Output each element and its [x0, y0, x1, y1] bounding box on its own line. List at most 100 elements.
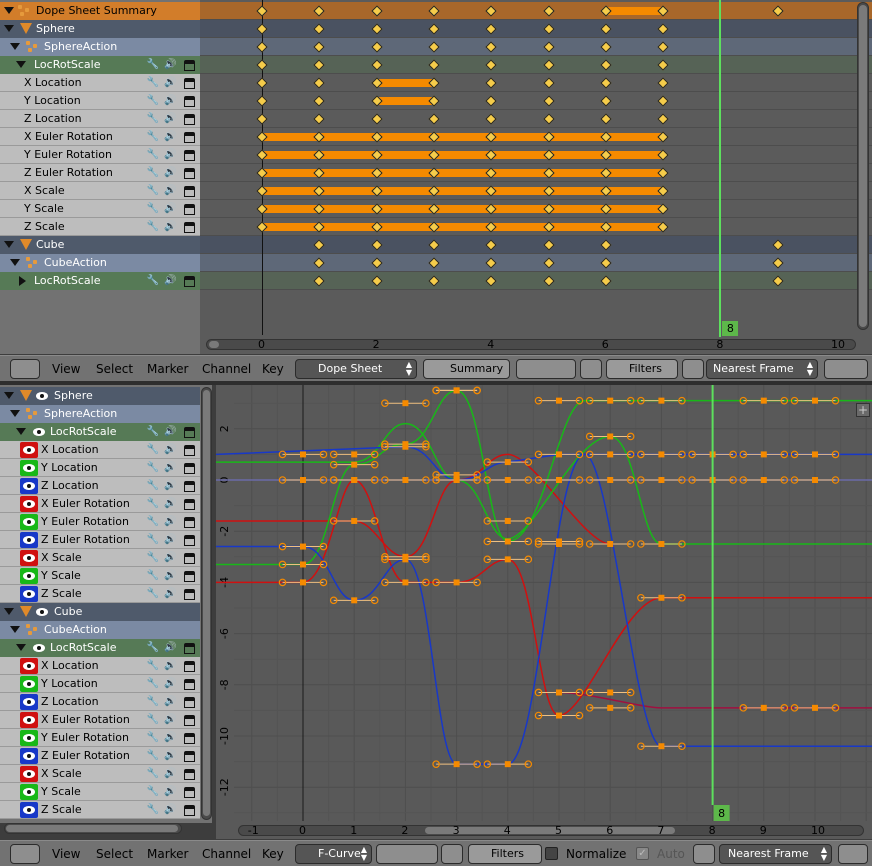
visibility-eye-icon[interactable] — [35, 606, 49, 618]
keyframe-point[interactable] — [658, 541, 665, 547]
keyframe-point[interactable] — [607, 477, 614, 483]
graph-row-object[interactable]: Cube — [0, 603, 200, 621]
lock-icon[interactable] — [184, 168, 195, 179]
collapse-triangle-icon[interactable] — [10, 410, 20, 417]
lock-icon[interactable] — [184, 589, 195, 600]
proportional-edit-icon[interactable] — [682, 359, 704, 379]
mute-speaker-icon[interactable]: 🔊 — [164, 479, 180, 493]
mute-speaker-icon[interactable]: 🔊 — [164, 731, 180, 745]
graph-row-chan[interactable]: 🔧 🔊 Z Scale — [0, 801, 200, 819]
lock-icon[interactable] — [184, 60, 195, 71]
graph-row-chan[interactable]: 🔧 🔊 X Euler Rotation — [0, 711, 200, 729]
modifier-wrench-icon[interactable]: 🔧 — [146, 803, 160, 817]
lock-icon[interactable] — [184, 733, 195, 744]
mute-speaker-icon[interactable]: 🔊 — [164, 713, 180, 727]
keyframe-point[interactable] — [556, 451, 562, 458]
keyframe-point[interactable] — [453, 579, 460, 586]
keyframe-point[interactable] — [453, 387, 460, 394]
menu-marker[interactable]: Marker — [147, 362, 188, 376]
dopesheet-vscrollbar[interactable] — [857, 2, 869, 330]
keyframe-point[interactable] — [607, 397, 614, 404]
keyframe-point[interactable] — [351, 451, 358, 458]
keyframe-point[interactable] — [300, 561, 306, 568]
modifier-wrench-icon[interactable]: 🔧 — [146, 551, 160, 565]
graph-row-chan[interactable]: 🔧 🔊 Y Euler Rotation — [0, 513, 200, 531]
keyframe-point[interactable] — [812, 451, 818, 458]
modifier-wrench-icon[interactable]: 🔧 — [146, 202, 160, 216]
keyframe-point[interactable] — [658, 397, 665, 404]
modifier-wrench-icon[interactable]: 🔧 — [146, 713, 160, 727]
ds-row-group[interactable]: 🔧 🔊 LocRotScale — [0, 56, 200, 74]
graph-row-chan[interactable]: 🔧 🔊 Y Scale — [0, 783, 200, 801]
lock-icon[interactable] — [184, 697, 195, 708]
modifier-wrench-icon[interactable]: 🔧 — [146, 677, 160, 691]
keyframe-point[interactable] — [812, 704, 818, 711]
mute-speaker-icon[interactable]: 🔊 — [164, 497, 180, 511]
editor-type-dopesheet-icon[interactable] — [10, 359, 40, 379]
visibility-eye-icon[interactable] — [20, 514, 38, 530]
visibility-eye-icon[interactable] — [20, 658, 38, 674]
graph-row-chan[interactable]: 🔧 🔊 X Location — [0, 441, 200, 459]
keyframe-point[interactable] — [504, 761, 511, 768]
pivot-point-icon[interactable] — [838, 844, 868, 864]
keyframe-point[interactable] — [402, 443, 409, 450]
visibility-eye-icon[interactable] — [20, 550, 38, 566]
x-scale-curve[interactable] — [558, 691, 872, 709]
graph-row-chan[interactable]: 🔧 🔊 Z Euler Rotation — [0, 531, 200, 549]
ds-row-object[interactable]: Sphere — [0, 20, 200, 38]
ds-row-chan[interactable]: 🔧 🔊 Z Location — [0, 110, 200, 128]
collapse-triangle-icon[interactable] — [16, 644, 26, 651]
lock-icon[interactable] — [184, 150, 195, 161]
mute-speaker-icon[interactable]: 🔊 — [164, 749, 180, 763]
lock-icon[interactable] — [184, 445, 195, 456]
keyframe-point[interactable] — [300, 451, 306, 458]
mute-speaker-icon[interactable]: 🔊 — [164, 785, 180, 799]
lock-icon[interactable] — [184, 427, 195, 438]
graph-x-ruler[interactable]: -1 0 1 2 3 4 5 6 7 8 9 10 — [216, 823, 872, 839]
keyframe-point[interactable] — [556, 477, 562, 483]
collapse-triangle-icon[interactable] — [4, 392, 14, 399]
keyframe-point[interactable] — [351, 461, 358, 468]
lock-icon[interactable] — [184, 114, 195, 125]
keyframe-point[interactable] — [300, 579, 306, 586]
keyframe-point[interactable] — [658, 743, 665, 750]
lock-icon[interactable] — [184, 78, 195, 89]
menu-view[interactable]: View — [52, 362, 80, 376]
ds-row-chan[interactable]: 🔧 🔊 Z Euler Rotation — [0, 164, 200, 182]
modifier-wrench-icon[interactable]: 🔧 — [146, 533, 160, 547]
visibility-eye-icon[interactable] — [20, 802, 38, 818]
graph-row-chan[interactable]: 🔧 🔊 X Euler Rotation — [0, 495, 200, 513]
graph-list-hscrollbar[interactable] — [4, 823, 182, 834]
keyframe-point[interactable] — [607, 704, 614, 711]
graph-list-vscrollbar[interactable] — [201, 387, 212, 820]
keyframe-point[interactable] — [658, 594, 665, 601]
mute-speaker-icon[interactable]: 🔊 — [164, 130, 180, 144]
visibility-eye-icon[interactable] — [20, 442, 38, 458]
lock-icon[interactable] — [184, 571, 195, 582]
graph-row-chan[interactable]: 🔧 🔊 Z Location — [0, 693, 200, 711]
filters-button[interactable]: Filters — [606, 359, 678, 379]
graph-row-action[interactable]: CubeAction — [0, 621, 200, 639]
modifier-wrench-icon[interactable]: 🔧 — [146, 148, 160, 162]
keyframe-point[interactable] — [504, 459, 511, 466]
properties-toggle-icon[interactable]: + — [856, 403, 870, 417]
graph-row-action[interactable]: SphereAction — [0, 405, 200, 423]
collapse-triangle-icon[interactable] — [4, 25, 14, 32]
graph-row-group[interactable]: 🔧 🔊 LocRotScale — [0, 423, 200, 441]
ds-row-chan[interactable]: 🔧 🔊 Y Euler Rotation — [0, 146, 200, 164]
collapse-triangle-icon[interactable] — [16, 428, 26, 435]
mute-speaker-icon[interactable]: 🔊 — [164, 220, 180, 234]
visibility-eye-icon[interactable] — [20, 496, 38, 512]
filters-button[interactable]: Filters — [468, 844, 542, 864]
keyframe-point[interactable] — [351, 597, 358, 604]
lock-icon[interactable] — [184, 204, 195, 215]
lock-icon[interactable] — [184, 222, 195, 233]
fcurve-plot[interactable]: 20-2-4-6-8-10-128 — [216, 385, 872, 823]
filter-only-selected-icon[interactable] — [516, 359, 576, 379]
menu-view[interactable]: View — [52, 847, 80, 861]
graph-row-group[interactable]: 🔧 🔊 LocRotScale — [0, 639, 200, 657]
visibility-eye-icon[interactable] — [20, 766, 38, 782]
modifier-wrench-icon[interactable]: 🔧 — [146, 94, 160, 108]
mute-speaker-icon[interactable]: 🔊 — [164, 767, 180, 781]
menu-select[interactable]: Select — [96, 847, 133, 861]
